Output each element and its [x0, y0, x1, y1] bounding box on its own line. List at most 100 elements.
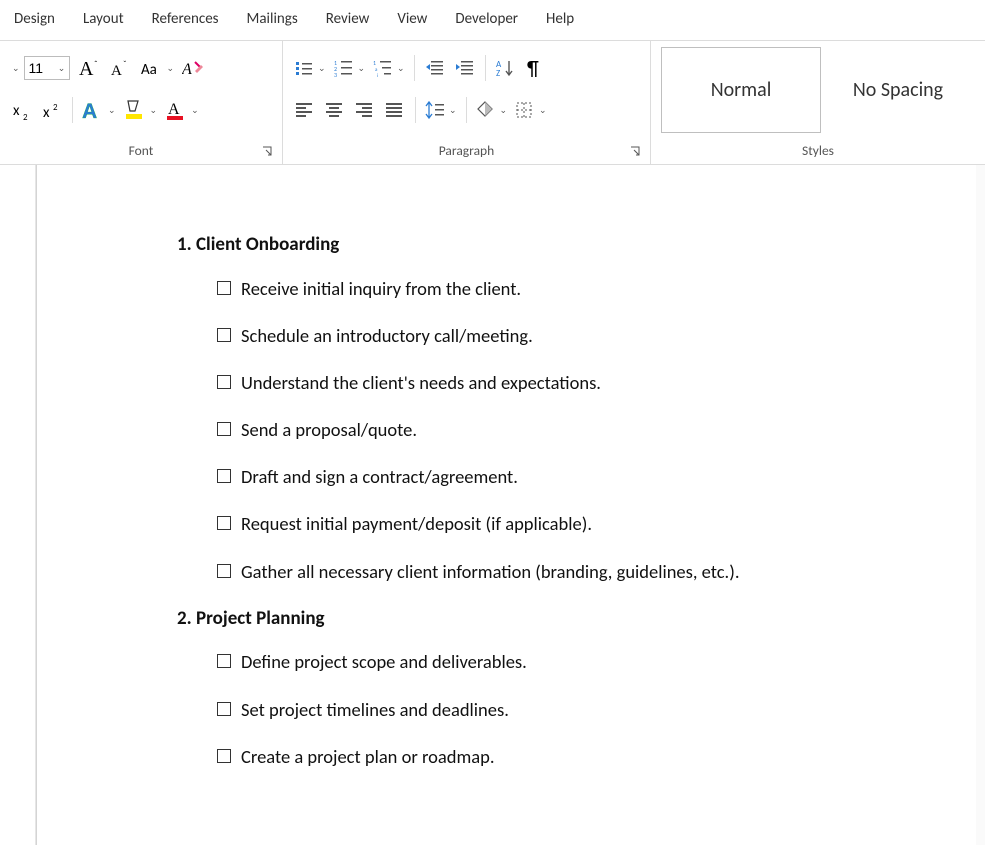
highlight-caret[interactable]: ⌄	[148, 105, 160, 116]
highlight-button[interactable]: ⌄	[121, 95, 161, 125]
font-size-combo[interactable]: ⌄	[24, 56, 70, 80]
align-right-icon	[355, 101, 375, 119]
checklist-item: Create a project plan or roadmap.	[217, 745, 976, 768]
font-dialog-launcher[interactable]	[260, 144, 276, 160]
borders-caret[interactable]: ⌄	[537, 105, 549, 116]
tab-mailings[interactable]: Mailings	[233, 4, 312, 34]
tab-developer[interactable]: Developer	[441, 4, 532, 34]
shading-button[interactable]: ⌄	[473, 95, 511, 125]
checkbox-icon[interactable]	[217, 654, 231, 668]
tab-review[interactable]: Review	[312, 4, 384, 34]
subscript-button[interactable]: x2	[8, 95, 36, 125]
subscript-icon: x2	[11, 100, 33, 120]
checklist-text: Send a proposal/quote.	[241, 418, 417, 441]
multilevel-caret[interactable]: ⌄	[395, 63, 407, 74]
align-right-button[interactable]	[351, 95, 379, 125]
paragraph-dialog-launcher[interactable]	[628, 144, 644, 160]
shrink-font-button[interactable]: Aˇ	[108, 53, 136, 83]
checklist-text: Receive initial inquiry from the client.	[241, 277, 521, 300]
svg-text:A: A	[82, 100, 97, 121]
numbering-caret[interactable]: ⌄	[356, 63, 368, 74]
checklist-text: Draft and sign a contract/agreement.	[241, 465, 518, 488]
svg-text:A: A	[111, 63, 122, 79]
align-center-icon	[325, 101, 345, 119]
bullets-caret[interactable]: ⌄	[316, 63, 328, 74]
text-effects-caret[interactable]: ⌄	[106, 105, 118, 116]
document-page[interactable]: 1. Client Onboarding Receive initial inq…	[36, 165, 976, 845]
checkbox-icon[interactable]	[217, 749, 231, 763]
change-case-caret[interactable]: ⌄	[165, 63, 177, 74]
checkbox-icon[interactable]	[217, 375, 231, 389]
tab-references[interactable]: References	[138, 4, 233, 34]
checkbox-icon[interactable]	[217, 469, 231, 483]
svg-text:A: A	[182, 61, 192, 78]
svg-text:i: i	[377, 73, 378, 77]
section-heading: 1. Client Onboarding	[177, 233, 976, 257]
multilevel-list-button[interactable]: 1ai ⌄	[370, 53, 408, 83]
justify-button[interactable]	[381, 95, 409, 125]
style-no-spacing[interactable]: No Spacing	[823, 47, 973, 133]
checkbox-icon[interactable]	[217, 564, 231, 578]
grow-font-button[interactable]: Aˆ	[76, 53, 106, 83]
line-spacing-button[interactable]: ⌄	[422, 95, 460, 125]
svg-text:2: 2	[23, 112, 28, 120]
align-left-button[interactable]	[291, 95, 319, 125]
borders-button[interactable]: ⌄	[512, 95, 550, 125]
svg-text:2: 2	[53, 102, 58, 113]
line-spacing-caret[interactable]: ⌄	[447, 105, 459, 116]
font-color-button[interactable]: A ⌄	[162, 95, 202, 125]
checklist-item: Send a proposal/quote.	[217, 418, 976, 441]
font-name-caret[interactable]: ⌄	[10, 63, 22, 74]
checklist-item: Understand the client's needs and expect…	[217, 371, 976, 394]
show-marks-button[interactable]: ¶	[522, 53, 550, 83]
grow-font-icon: Aˆ	[79, 57, 103, 79]
bullets-button[interactable]: ⌄	[291, 53, 329, 83]
font-size-input[interactable]	[25, 57, 55, 79]
tab-design[interactable]: Design	[0, 4, 69, 34]
checklist-item: Draft and sign a contract/agreement.	[217, 465, 976, 488]
borders-icon	[515, 101, 535, 119]
checkbox-icon[interactable]	[217, 328, 231, 342]
checklist-text: Define project scope and deliverables.	[241, 650, 527, 673]
ribbon-tabs: Design Layout References Mailings Review…	[0, 0, 985, 41]
svg-text:A: A	[168, 101, 180, 118]
clear-formatting-button[interactable]: A	[179, 53, 207, 83]
tab-help[interactable]: Help	[532, 4, 588, 34]
checkbox-icon[interactable]	[217, 516, 231, 530]
decrease-indent-button[interactable]	[421, 53, 449, 83]
change-case-button[interactable]: Aa ⌄	[138, 53, 178, 83]
style-label: Normal	[711, 78, 772, 102]
align-center-button[interactable]	[321, 95, 349, 125]
text-effects-button[interactable]: A ⌄	[79, 95, 119, 125]
checkbox-icon[interactable]	[217, 422, 231, 436]
checkbox-icon[interactable]	[217, 702, 231, 716]
document-area: 1. Client Onboarding Receive initial inq…	[0, 165, 985, 845]
ribbon: ⌄ ⌄ Aˆ Aˇ Aa ⌄ A	[0, 41, 985, 165]
highlight-icon	[124, 99, 146, 121]
checkbox-icon[interactable]	[217, 281, 231, 295]
numbering-button[interactable]: 123 ⌄	[331, 53, 369, 83]
tab-layout[interactable]: Layout	[69, 4, 138, 34]
checklist-item: Schedule an introductory call/meeting.	[217, 324, 976, 347]
font-color-caret[interactable]: ⌄	[189, 105, 201, 116]
change-case-icon: Aa	[141, 58, 163, 78]
svg-text:1: 1	[373, 59, 376, 67]
svg-text:ˇ: ˇ	[123, 59, 127, 70]
increase-indent-button[interactable]	[451, 53, 479, 83]
style-normal[interactable]: Normal	[661, 47, 821, 133]
tab-view[interactable]: View	[383, 4, 441, 34]
multilevel-list-icon: 1ai	[373, 59, 393, 77]
svg-text:Z: Z	[496, 68, 500, 78]
checklist-text: Create a project plan or roadmap.	[241, 745, 495, 768]
font-color-icon: A	[165, 99, 187, 121]
shading-caret[interactable]: ⌄	[498, 105, 510, 116]
bullets-icon	[294, 59, 314, 77]
sort-button[interactable]: AZ	[492, 53, 520, 83]
svg-text:A: A	[79, 58, 94, 79]
checklist-text: Request initial payment/deposit (if appl…	[241, 512, 592, 535]
styles-group-label: Styles	[651, 139, 985, 164]
superscript-button[interactable]: x2	[38, 95, 66, 125]
font-size-caret[interactable]: ⌄	[55, 57, 69, 79]
separator	[485, 55, 486, 81]
font-group-label: Font	[0, 139, 282, 164]
